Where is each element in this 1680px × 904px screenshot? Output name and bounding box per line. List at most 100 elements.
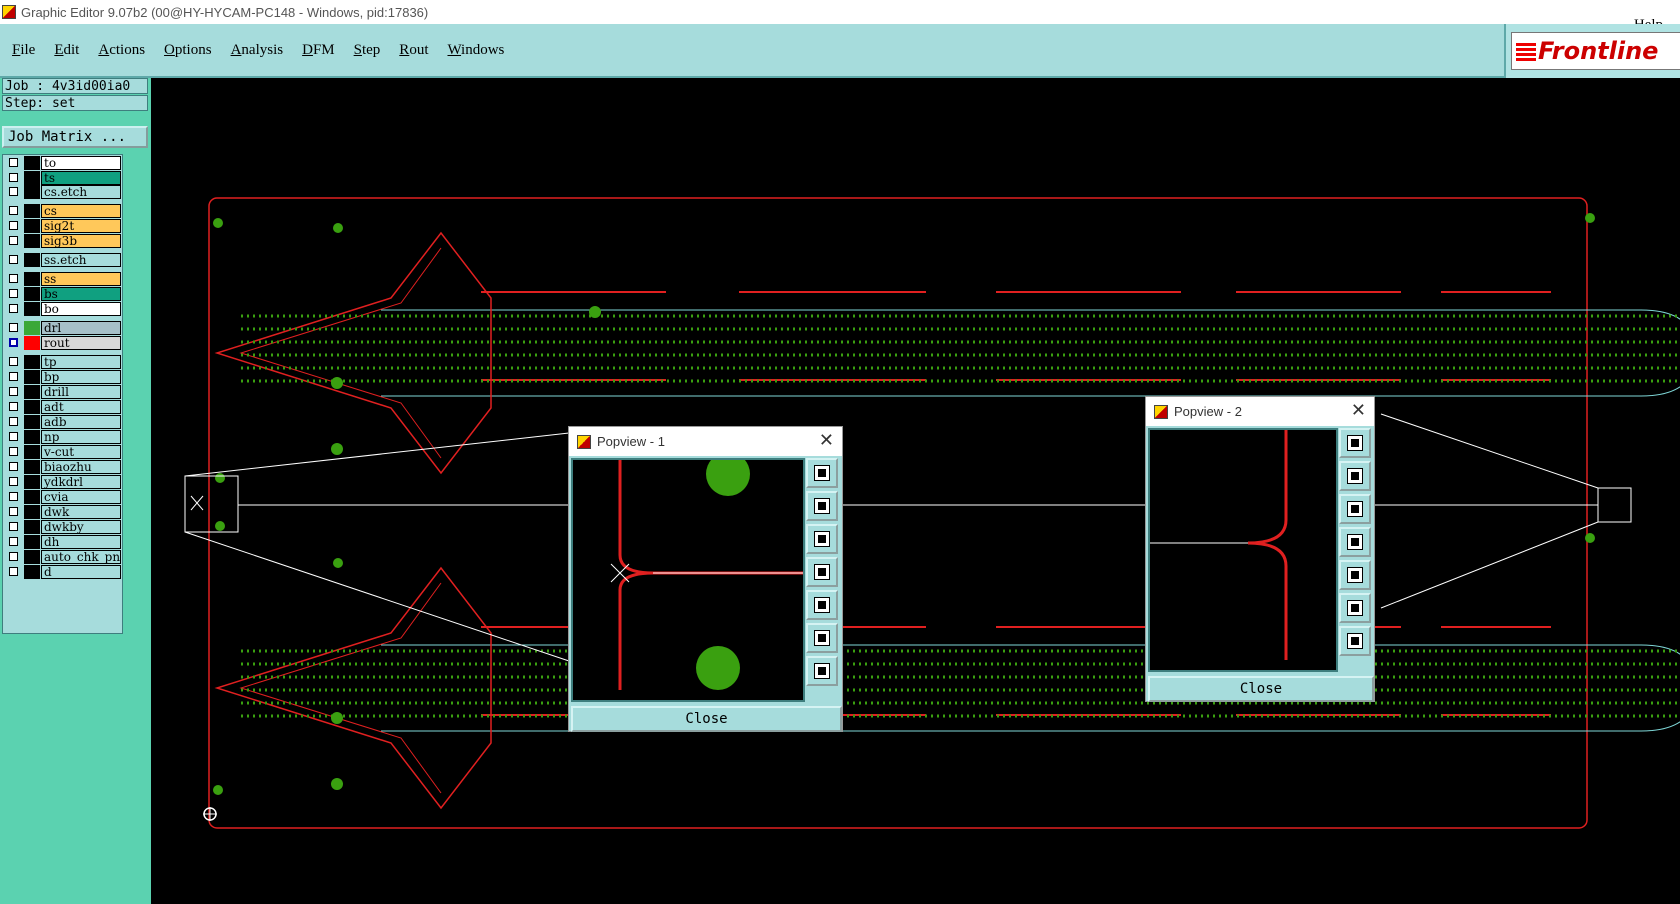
layer-color-swatch[interactable] (24, 520, 40, 534)
popview-1-zoom-home-button[interactable] (806, 458, 838, 488)
layer-row-drl[interactable]: drl (6, 321, 121, 335)
layer-name[interactable]: sig3b (41, 234, 121, 248)
layer-checkbox[interactable] (9, 255, 18, 264)
layer-row-rout[interactable]: rout (6, 336, 121, 350)
layer-row-dwk[interactable]: dwk (6, 505, 121, 519)
popview-1-pan-up-button[interactable] (806, 491, 838, 521)
layer-checkbox[interactable] (9, 492, 18, 501)
layer-color-swatch[interactable] (24, 370, 40, 384)
layer-row-ydkdrl[interactable]: ydkdrl (6, 475, 121, 489)
popview-2-pan-right-button[interactable] (1339, 560, 1371, 590)
layer-color-swatch[interactable] (24, 535, 40, 549)
layer-checkbox[interactable] (9, 206, 18, 215)
layer-row-sig2t[interactable]: sig2t (6, 219, 121, 233)
menu-item-dfm[interactable]: DFM (302, 42, 335, 59)
layer-checkbox[interactable] (9, 338, 18, 347)
layer-checkbox[interactable] (9, 402, 18, 411)
popview-1-pan-left-button[interactable] (806, 557, 838, 587)
layer-row-auto_chk_pn[interactable]: auto_chk_pn (6, 550, 121, 564)
layer-row-dwkby[interactable]: dwkby (6, 520, 121, 534)
layer-row-d[interactable]: d (6, 565, 121, 579)
layer-checkbox[interactable] (9, 304, 18, 313)
layer-color-swatch[interactable] (24, 321, 40, 335)
popview-2-pan-down-button[interactable] (1339, 494, 1371, 524)
menu-item-actions[interactable]: Actions (98, 42, 145, 59)
layer-checkbox[interactable] (9, 289, 18, 298)
popview-1-close-icon[interactable]: ✕ (819, 430, 834, 451)
layer-checkbox[interactable] (9, 432, 18, 441)
popview-1-close-button[interactable]: Close (571, 706, 842, 732)
layer-name[interactable]: rout (41, 336, 121, 350)
layer-color-swatch[interactable] (24, 505, 40, 519)
menu-item-step[interactable]: Step (354, 42, 381, 59)
layer-name[interactable]: drill (41, 385, 121, 399)
layer-checkbox[interactable] (9, 522, 18, 531)
layer-name[interactable]: adb (41, 415, 121, 429)
layer-name[interactable]: ydkdrl (41, 475, 121, 489)
layer-color-swatch[interactable] (24, 287, 40, 301)
layer-name[interactable]: ss.etch (41, 253, 121, 267)
layer-checkbox[interactable] (9, 158, 18, 167)
layer-color-swatch[interactable] (24, 234, 40, 248)
popview-2-close-button[interactable]: Close (1148, 676, 1374, 702)
layer-checkbox[interactable] (9, 552, 18, 561)
layer-checkbox[interactable] (9, 173, 18, 182)
popview-1-viewport[interactable] (571, 458, 805, 702)
layer-row-to[interactable]: to (6, 156, 121, 170)
layer-row-ss[interactable]: ss (6, 272, 121, 286)
layer-name[interactable]: dh (41, 535, 121, 549)
layer-checkbox[interactable] (9, 507, 18, 516)
menu-item-analysis[interactable]: Analysis (231, 42, 284, 59)
layer-checkbox[interactable] (9, 372, 18, 381)
popview-1-zoom-out-button[interactable] (806, 656, 838, 686)
layer-checkbox[interactable] (9, 417, 18, 426)
popview-2-close-icon[interactable]: ✕ (1351, 400, 1366, 421)
layer-name[interactable]: sig2t (41, 219, 121, 233)
layer-checkbox[interactable] (9, 567, 18, 576)
layer-row-ts[interactable]: ts (6, 171, 121, 185)
menu-item-edit[interactable]: Edit (54, 42, 79, 59)
layer-row-cs.etch[interactable]: cs.etch (6, 185, 121, 199)
popview-2-zoom-out-button[interactable] (1339, 626, 1371, 656)
layer-checkbox[interactable] (9, 187, 18, 196)
layer-name[interactable]: biaozhu (41, 460, 121, 474)
layer-color-swatch[interactable] (24, 204, 40, 218)
menu-item-rout[interactable]: Rout (399, 42, 428, 59)
popview-2-viewport[interactable] (1148, 428, 1338, 672)
layer-color-swatch[interactable] (24, 272, 40, 286)
layer-row-bo[interactable]: bo (6, 302, 121, 316)
layer-row-biaozhu[interactable]: biaozhu (6, 460, 121, 474)
menu-item-options[interactable]: Options (164, 42, 212, 59)
layer-name[interactable]: tp (41, 355, 121, 369)
layer-row-cs[interactable]: cs (6, 204, 121, 218)
layer-color-swatch[interactable] (24, 185, 40, 199)
layer-color-swatch[interactable] (24, 565, 40, 579)
layer-checkbox[interactable] (9, 537, 18, 546)
layer-checkbox[interactable] (9, 447, 18, 456)
layer-name[interactable]: bs (41, 287, 121, 301)
layer-name[interactable]: to (41, 156, 121, 170)
layer-name[interactable]: dwkby (41, 520, 121, 534)
layer-name[interactable]: ts (41, 171, 121, 185)
layer-name[interactable]: cs (41, 204, 121, 218)
layer-color-swatch[interactable] (24, 475, 40, 489)
graphic-canvas[interactable] (151, 78, 1680, 904)
layer-checkbox[interactable] (9, 387, 18, 396)
layer-name[interactable]: d (41, 565, 121, 579)
layer-color-swatch[interactable] (24, 156, 40, 170)
layer-row-np[interactable]: np (6, 430, 121, 444)
layer-color-swatch[interactable] (24, 460, 40, 474)
popview-1-pan-right-button[interactable] (806, 590, 838, 620)
layer-name[interactable]: bp (41, 370, 121, 384)
popview-2-zoom-home-button[interactable] (1339, 428, 1371, 458)
layer-color-swatch[interactable] (24, 385, 40, 399)
layer-name[interactable]: drl (41, 321, 121, 335)
layer-row-bs[interactable]: bs (6, 287, 121, 301)
layer-row-drill[interactable]: drill (6, 385, 121, 399)
layer-checkbox[interactable] (9, 221, 18, 230)
layer-name[interactable]: np (41, 430, 121, 444)
job-matrix-button[interactable]: Job Matrix ... (2, 126, 148, 148)
layer-checkbox[interactable] (9, 323, 18, 332)
layer-color-swatch[interactable] (24, 490, 40, 504)
menu-item-file[interactable]: File (12, 42, 35, 59)
